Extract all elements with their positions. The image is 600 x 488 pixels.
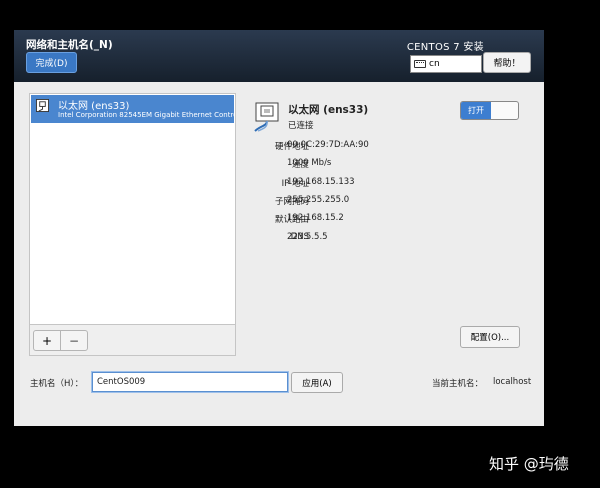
connection-item-description: Intel Corporation 82545EM Gigabit Ethern…: [58, 111, 234, 119]
watermark: 知乎 @玙德: [489, 455, 569, 473]
detail-value: 1000 Mb/s: [287, 158, 332, 168]
current-hostname-label: 当前主机名：: [432, 379, 484, 389]
detail-row-subnet-mask: 子网掩码 255.255.255.0: [239, 195, 544, 209]
detail-value: 223.5.5.5: [287, 232, 328, 242]
add-connection-button[interactable]: +: [33, 330, 61, 351]
detail-row-default-route: 默认路由 192.168.15.2: [239, 213, 544, 227]
detail-value: 00:0C:29:7D:AA:90: [287, 140, 369, 150]
detail-value: 192.168.15.133: [287, 177, 355, 187]
hostname-label: 主机名（H）：: [30, 379, 84, 389]
keyboard-layout-indicator[interactable]: cn: [410, 55, 482, 73]
window-header: 网络和主机名(_N) 完成(D) CENTOS 7 安装 cn 帮助！: [14, 30, 544, 82]
detail-row-speed: 速度 1000 Mb/s: [239, 158, 544, 172]
keyboard-layout-label: cn: [429, 59, 440, 69]
device-status: 已连接: [288, 121, 314, 131]
product-title: CENTOS 7 安装: [406, 42, 484, 53]
detail-value: 192.168.15.2: [287, 213, 344, 223]
connection-item-ens33[interactable]: 以太网 (ens33) Intel Corporation 82545EM Gi…: [31, 95, 234, 123]
device-toggle[interactable]: 打开: [460, 101, 519, 120]
list-toolbar: + −: [30, 324, 235, 355]
connection-list: 以太网 (ens33) Intel Corporation 82545EM Gi…: [29, 93, 236, 356]
detail-row-ip-address: IP 地址 192.168.15.133: [239, 177, 544, 191]
detail-value: 255.255.255.0: [287, 195, 350, 205]
ethernet-device-icon: [254, 102, 279, 132]
device-name: 以太网 (ens33): [288, 104, 369, 116]
hostname-input[interactable]: [92, 372, 288, 392]
remove-connection-button[interactable]: −: [60, 330, 88, 351]
keyboard-icon: [414, 60, 426, 68]
detail-row-hardware-address: 硬件地址 00:0C:29:7D:AA:90: [239, 140, 544, 154]
detail-row-dns: DNS 223.5.5.5: [239, 232, 544, 246]
configure-button[interactable]: 配置(O)...: [460, 326, 520, 348]
ethernet-icon: [36, 99, 49, 112]
help-button[interactable]: 帮助！: [483, 52, 531, 73]
connection-item-name: 以太网 (ens33): [58, 101, 130, 112]
toggle-on-label: 打开: [461, 102, 491, 119]
apply-hostname-button[interactable]: 应用(A): [291, 372, 343, 393]
network-hostname-window: 网络和主机名(_N) 完成(D) CENTOS 7 安装 cn 帮助！ 以太网 …: [14, 30, 544, 426]
current-hostname-value: localhost: [493, 377, 532, 387]
done-button[interactable]: 完成(D): [26, 52, 77, 73]
page-title: 网络和主机名(_N): [26, 39, 113, 51]
